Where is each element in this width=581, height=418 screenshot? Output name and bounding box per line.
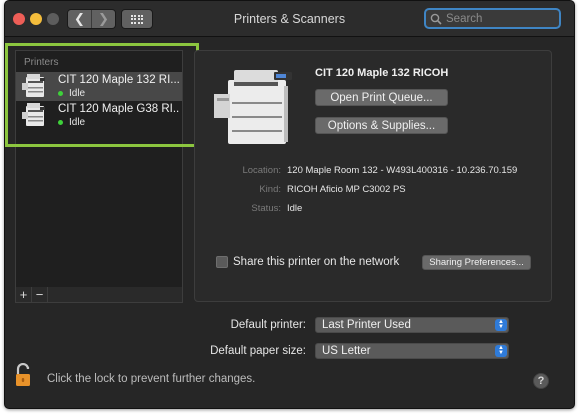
- printer-list-footer: + −: [15, 287, 183, 303]
- printer-status-label: Idle: [69, 117, 86, 128]
- search-field[interactable]: [424, 8, 561, 29]
- default-paper-size-label: Default paper size:: [210, 345, 306, 357]
- kind-value: RICOH Aficio MP C3002 PS: [287, 184, 406, 195]
- printer-status: Idle: [58, 117, 85, 128]
- default-printer-label: Default printer:: [230, 319, 306, 331]
- default-paper-size-popup[interactable]: US Letter ▲ ▼: [315, 343, 509, 359]
- title-bar: ❮ ❯ Printers & Scanners: [5, 1, 574, 37]
- status-dot-icon: [58, 91, 63, 96]
- printer-name: CIT 120 Maple 132 RI...: [58, 74, 180, 86]
- search-icon: [430, 13, 442, 25]
- printer-list-item[interactable]: CIT 120 Maple 132 RI... Idle: [16, 72, 182, 101]
- status-label: Status:: [251, 203, 281, 214]
- status-value: Idle: [287, 203, 303, 214]
- printer-status: Idle: [58, 88, 85, 99]
- share-printer-checkbox[interactable]: [216, 256, 228, 268]
- sharing-preferences-button[interactable]: Sharing Preferences...: [422, 255, 531, 270]
- lock-message: Click the lock to prevent further change…: [47, 373, 256, 385]
- printer-status-label: Idle: [69, 88, 86, 99]
- printer-detail-name: CIT 120 Maple 132 RICOH: [315, 67, 449, 79]
- open-print-queue-button[interactable]: Open Print Queue...: [315, 89, 448, 106]
- default-printer-value: Last Printer Used: [322, 319, 411, 331]
- printer-large-icon: [214, 70, 292, 144]
- printer-name: CIT 120 Maple G38 RI...: [58, 103, 180, 115]
- default-printer-popup[interactable]: Last Printer Used ▲ ▼: [315, 317, 509, 333]
- status-dot-icon: [58, 120, 63, 125]
- options-supplies-button[interactable]: Options & Supplies...: [315, 117, 448, 134]
- printer-list-header: Printers: [24, 57, 59, 68]
- printers-scanners-window: ❮ ❯ Printers & Scanners Printers: [4, 0, 575, 409]
- search-input[interactable]: [446, 12, 546, 25]
- printer-list-item[interactable]: CIT 120 Maple G38 RI... Idle: [16, 101, 182, 130]
- chevron-updown-icon: ▲ ▼: [495, 345, 507, 357]
- share-printer-option[interactable]: Share this printer on the network: [216, 256, 399, 268]
- chevron-updown-icon: ▲ ▼: [495, 319, 507, 331]
- add-printer-button[interactable]: +: [16, 287, 32, 302]
- printer-list: Printers CIT 120 Maple 132 RI... Idle CI…: [15, 50, 183, 288]
- lock-icon[interactable]: [15, 363, 35, 387]
- printer-icon: [22, 103, 45, 126]
- help-button[interactable]: ?: [533, 373, 549, 389]
- kind-label: Kind:: [259, 184, 281, 195]
- location-value: 120 Maple Room 132 - W493L400316 - 10.23…: [287, 165, 518, 176]
- default-paper-size-value: US Letter: [322, 345, 371, 357]
- share-printer-label: Share this printer on the network: [233, 256, 400, 268]
- printer-icon: [22, 74, 45, 97]
- location-label: Location:: [242, 165, 281, 176]
- remove-printer-button[interactable]: −: [32, 287, 48, 302]
